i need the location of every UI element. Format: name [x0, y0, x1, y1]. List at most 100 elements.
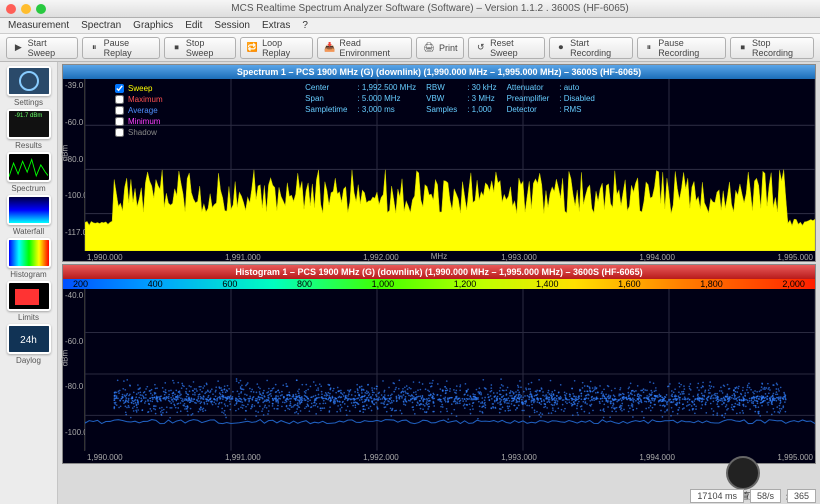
legend-checkbox-average[interactable] [115, 106, 124, 115]
read-environment-icon: 📥 [324, 42, 335, 54]
legend-label: Shadow [128, 127, 157, 138]
sidebar-item-daylog[interactable]: 24hDaylog [5, 324, 53, 365]
toolbar-label: Print [439, 43, 458, 53]
menu-help[interactable]: ? [302, 20, 308, 31]
stop-recording-icon: ⏹ [737, 42, 748, 54]
sidebar-item-settings[interactable]: Settings [5, 66, 53, 107]
daylog-icon: 24h [7, 324, 51, 354]
print-icon: 🖨 [423, 42, 435, 54]
info-label: Preamplifier [507, 94, 550, 103]
ytick: -100.0 [65, 428, 82, 437]
ytick: -40.0 [65, 291, 82, 300]
histogram-colorbar: 2004006008001,0001,2001,4001,6001,8002,0… [63, 279, 815, 289]
colorbar-tick: 1,000 [372, 279, 395, 289]
toolbar-label: Loop Replay [262, 38, 306, 58]
start-sweep-icon: ▶ [13, 42, 24, 54]
info-value: : 3,000 ms [357, 105, 416, 114]
info-value: : 3 MHz [467, 94, 496, 103]
ytick: -100.0 [65, 191, 82, 200]
spectrum-info: Center: 1,992.500 MHzRBW: 30 kHzAttenuat… [305, 83, 595, 114]
close-icon[interactable] [6, 4, 16, 14]
legend-label: Average [128, 105, 158, 116]
xtick: 1,995.000 [777, 453, 813, 463]
info-value: : auto [559, 83, 595, 92]
xtick: 1,992.000 [363, 453, 399, 463]
sidebar-label: Histogram [5, 270, 53, 279]
legend-label: Sweep [128, 83, 152, 94]
start-recording-button[interactable]: ⏺Start Recording [549, 37, 633, 59]
toolbar-label: Start Recording [570, 38, 625, 58]
colorbar-tick: 1,200 [454, 279, 477, 289]
status-extra: 365 [787, 489, 816, 503]
info-label: Center [305, 83, 347, 92]
info-value: : 30 kHz [467, 83, 496, 92]
read-environment-button[interactable]: 📥Read Environment [317, 37, 412, 59]
limits-icon [7, 281, 51, 311]
info-label: Span [305, 94, 347, 103]
legend-checkbox-maximum[interactable] [115, 95, 124, 104]
ytick: -117.0 [65, 228, 82, 237]
reset-sweep-icon: ↺ [475, 42, 486, 54]
histogram-chart[interactable] [85, 289, 815, 451]
info-value: : 5.000 MHz [357, 94, 416, 103]
menu-measurement[interactable]: Measurement [8, 20, 69, 31]
spectrum-legend: SweepMaximumAverageMinimumShadow [115, 83, 163, 138]
info-label: Detector [507, 105, 550, 114]
maximize-icon[interactable] [36, 4, 46, 14]
sidebar-label: Waterfall [5, 227, 53, 236]
sidebar-item-limits[interactable]: Limits [5, 281, 53, 322]
pause-replay-button[interactable]: ⏸Pause Replay [82, 37, 160, 59]
minimize-icon[interactable] [21, 4, 31, 14]
window-titlebar: MCS Realtime Spectrum Analyzer Software … [0, 0, 820, 18]
info-label: Sampletime [305, 105, 347, 114]
spectrum-icon [7, 152, 51, 182]
stop-sweep-button[interactable]: ⏹Stop Sweep [164, 37, 236, 59]
menu-extras[interactable]: Extras [262, 20, 290, 31]
pause-recording-button[interactable]: ⏸Pause Recording [637, 37, 727, 59]
toolbar-label: Stop Recording [752, 38, 807, 58]
colorbar-tick: 1,400 [536, 279, 559, 289]
menu-graphics[interactable]: Graphics [133, 20, 173, 31]
menu-session[interactable]: Session [214, 20, 250, 31]
histogram-xaxis: 1,990.0001,991.0001,992.0001,993.0001,99… [63, 451, 815, 463]
legend-label: Minimum [128, 116, 160, 127]
sidebar-label: Limits [5, 313, 53, 322]
menu-bar: Measurement Spectran Graphics Edit Sessi… [0, 18, 820, 34]
legend-checkbox-minimum[interactable] [115, 117, 124, 126]
print-button[interactable]: 🖨 Print [416, 37, 465, 59]
legend-checkbox-sweep[interactable] [115, 84, 124, 93]
sidebar-label: Results [5, 141, 53, 150]
colorbar-tick: 800 [297, 279, 312, 289]
stop-recording-button[interactable]: ⏹ Stop Recording [730, 37, 814, 59]
histogram-header: Histogram 1 – PCS 1900 MHz (G) (downlink… [63, 265, 815, 279]
reset-sweep-button[interactable]: ↺Reset Sweep [468, 37, 544, 59]
histogram-yaxis: -40.0 -60.0 -80.0 -100.0 dBm [63, 289, 85, 451]
histogram-plot: -40.0 -60.0 -80.0 -100.0 dBm [63, 289, 815, 451]
info-value: : RMS [559, 105, 595, 114]
sidebar-label: Spectrum [5, 184, 53, 193]
start-sweep-button[interactable]: ▶Start Sweep [6, 37, 78, 59]
colorbar-tick: 400 [148, 279, 163, 289]
sidebar-item-histogram[interactable]: Histogram [5, 238, 53, 279]
menu-spectran[interactable]: Spectran [81, 20, 121, 31]
stop-sweep-icon: ⏹ [171, 42, 182, 54]
start-recording-icon: ⏺ [556, 42, 567, 54]
spectrum-panel: Spectrum 1 – PCS 1900 MHz (G) (downlink)… [62, 64, 816, 262]
histogram-icon [7, 238, 51, 268]
info-label: Attenuator [507, 83, 550, 92]
settings-icon [7, 66, 51, 96]
pause-recording-icon: ⏸ [644, 42, 655, 54]
info-value: : Disabled [559, 94, 595, 103]
loop-replay-button[interactable]: 🔁 Loop Replay [240, 37, 313, 59]
status-bar: 17104 ms 58/s 365 [690, 488, 816, 504]
sidebar-item-spectrum[interactable]: Spectrum [5, 152, 53, 193]
spectrum-chart[interactable]: SweepMaximumAverageMinimumShadow Center:… [85, 79, 815, 251]
sidebar-item-waterfall[interactable]: Waterfall [5, 195, 53, 236]
legend-checkbox-shadow[interactable] [115, 128, 124, 137]
menu-edit[interactable]: Edit [185, 20, 202, 31]
loop-replay-icon: 🔁 [247, 42, 258, 54]
sidebar-item-results[interactable]: -91.7 dBmResults [5, 109, 53, 150]
xtick: 1,991.000 [225, 453, 261, 463]
xtick: 1,993.000 [501, 453, 537, 463]
colorbar-tick: 1,600 [618, 279, 641, 289]
